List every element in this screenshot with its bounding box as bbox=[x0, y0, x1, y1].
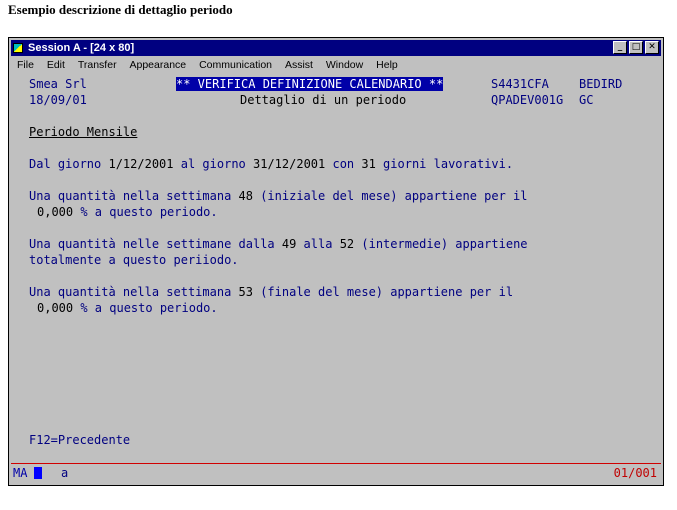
device-name: QPADEV001G bbox=[491, 93, 564, 107]
f12-previous-key[interactable]: F12=Precedente bbox=[29, 433, 130, 447]
status-mode: a bbox=[61, 466, 69, 480]
menu-help[interactable]: Help bbox=[376, 59, 398, 71]
window-controls: _ □ ✕ bbox=[611, 41, 659, 54]
maximize-button[interactable]: □ bbox=[629, 41, 643, 54]
intermediate-weeks-alla: alla bbox=[296, 237, 340, 251]
page-caption: Esempio descrizione di dettaglio periodo bbox=[8, 2, 233, 17]
status-bar: MA a 01/001 bbox=[11, 463, 661, 483]
initial-week-line: Una quantità nella settimana 48 (inizial… bbox=[29, 189, 528, 203]
minimize-button[interactable]: _ bbox=[613, 41, 627, 54]
period-range-line: Dal giorno 1/12/2001 al giorno 31/12/200… bbox=[29, 157, 513, 171]
status-indicator: MA bbox=[13, 466, 28, 480]
initial-week-pct-line: 0,000 % a questo periodo. bbox=[37, 205, 218, 219]
final-week-percent: 0,000 bbox=[37, 301, 74, 315]
menu-edit[interactable]: Edit bbox=[47, 59, 65, 71]
period-dal-label: Dal giorno bbox=[29, 157, 109, 171]
screen-header-title: ** VERIFICA DEFINIZIONE CALENDARIO ** bbox=[176, 77, 444, 91]
terminal-window: Session A - [24 x 80] _ □ ✕ File Edit Tr… bbox=[8, 37, 664, 486]
menu-communication[interactable]: Communication bbox=[199, 59, 272, 71]
period-con-label: con bbox=[325, 157, 362, 171]
final-week-desc: (finale del mese) appartiene per il bbox=[252, 285, 514, 299]
final-week-number: 53 bbox=[238, 285, 253, 299]
terminal-screen[interactable]: Smea Srl ** VERIFICA DEFINIZIONE CALENDA… bbox=[11, 74, 661, 483]
title-bar[interactable]: Session A - [24 x 80] _ □ ✕ bbox=[11, 40, 661, 56]
intermediate-week-to: 52 bbox=[339, 237, 355, 251]
screen-subtitle: Dettaglio di un periodo bbox=[240, 93, 407, 107]
cursor-block bbox=[34, 467, 42, 479]
period-end-date: 31/12/2001 bbox=[253, 157, 326, 171]
initial-week-desc: (iniziale del mese) appartiene per il bbox=[252, 189, 528, 203]
menu-bar: File Edit Transfer Appearance Communicat… bbox=[11, 58, 661, 72]
menu-assist[interactable]: Assist bbox=[285, 59, 313, 71]
section-title: Periodo Mensile bbox=[29, 125, 138, 139]
intermediate-weeks-line2: totalmente a questo periiodo. bbox=[29, 253, 239, 267]
app-icon[interactable] bbox=[13, 43, 23, 53]
program-code: S4431CFA bbox=[491, 77, 549, 91]
final-week-pct-label: % a questo periodo. bbox=[73, 301, 218, 315]
working-days-label: giorni lavorativi. bbox=[375, 157, 514, 171]
cursor-position: 01/001 bbox=[613, 466, 657, 480]
menu-appearance[interactable]: Appearance bbox=[130, 59, 187, 71]
working-days-count: 31 bbox=[361, 157, 376, 171]
initial-week-percent: 0,000 bbox=[37, 205, 74, 219]
screen-date: 18/09/01 bbox=[29, 93, 87, 107]
intermediate-weeks-desc: (intermedie) appartiene bbox=[354, 237, 528, 251]
company-name: Smea Srl bbox=[29, 77, 87, 91]
initial-week-number: 48 bbox=[238, 189, 253, 203]
menu-window[interactable]: Window bbox=[326, 59, 363, 71]
period-al-label: al giorno bbox=[173, 157, 253, 171]
initial-week-label: Una quantità nella settimana bbox=[29, 189, 239, 203]
intermediate-week-from: 49 bbox=[281, 237, 297, 251]
user-code: BEDIRD bbox=[579, 77, 623, 91]
menu-transfer[interactable]: Transfer bbox=[78, 59, 117, 71]
intermediate-weeks-line: Una quantità nelle settimane dalla 49 al… bbox=[29, 237, 528, 251]
initial-week-pct-label: % a questo periodo. bbox=[73, 205, 218, 219]
close-button[interactable]: ✕ bbox=[645, 41, 659, 54]
period-start-date: 1/12/2001 bbox=[108, 157, 174, 171]
final-week-label: Una quantità nella settimana bbox=[29, 285, 239, 299]
intermediate-weeks-label: Una quantità nelle settimane dalla bbox=[29, 237, 282, 251]
menu-file[interactable]: File bbox=[17, 59, 34, 71]
window-title: Session A - [24 x 80] bbox=[28, 42, 135, 54]
final-week-line: Una quantità nella settimana 53 (finale … bbox=[29, 285, 513, 299]
final-week-pct-line: 0,000 % a questo periodo. bbox=[37, 301, 218, 315]
user-initials: GC bbox=[579, 93, 594, 107]
